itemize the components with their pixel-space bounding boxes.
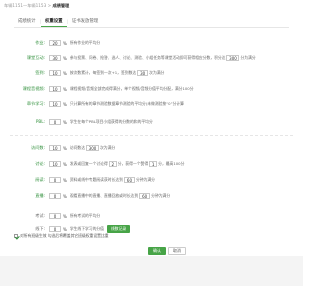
confirm-button[interactable]: 确认: [148, 247, 166, 255]
live-desc-suffix: 分钟为满分: [151, 193, 171, 198]
section-divider: [10, 135, 293, 136]
homework-desc: 所有作业的平均分: [69, 40, 101, 45]
discussion-like-points-input[interactable]: 1: [149, 160, 158, 168]
weight-row-discussion: 10 % 发表或回复一个讨论得 2 分，获得一个赞得 1 分，最高100分: [48, 160, 184, 168]
weight-row-sign-in: 10 % 按次数累计，每签到一次+1，签到数达 30 次为满分: [48, 69, 164, 77]
reading-desc: 资料或线中专题阅读获时长达到: [69, 177, 123, 182]
sign-in-label: 签到:: [35, 70, 45, 75]
apply-all-checkbox[interactable]: [14, 234, 18, 238]
visits-desc: 访问数达: [69, 145, 85, 150]
discussion-desc-mid: 分，获得一个赞得: [117, 161, 149, 166]
weight-row-chapter: 10 % 只计算所有的章节测验数据章节测验的平均分(未做测验按“0”分计算: [48, 100, 184, 108]
weight-row-homework: 20 % 所有作业的平均分: [48, 39, 100, 47]
percent-unit: %: [63, 145, 67, 151]
tab-score-stats[interactable]: 成绩统计: [14, 17, 40, 27]
interaction-weight-input[interactable]: 30: [49, 54, 61, 62]
apply-all-label: 对所有班级生效 勾选后将覆盖其它班级权重设置比重: [20, 233, 109, 238]
footer-bar: [0, 256, 303, 286]
offline-weight-input[interactable]: 0: [49, 225, 61, 233]
percent-unit: %: [63, 55, 67, 61]
discussion-weight-input[interactable]: 10: [49, 160, 61, 168]
percent-unit: %: [63, 213, 67, 219]
discussion-desc-suffix: 分，最高100分: [158, 161, 185, 166]
percent-unit: %: [63, 177, 67, 183]
percent-unit: %: [63, 226, 67, 232]
signin-weight-input[interactable]: 10: [49, 69, 61, 77]
visits-desc-suffix: 次为满分: [100, 145, 116, 150]
weight-row-live: 0 % 观看直播中的直播、直播回放或时长达到 60 分钟为满分: [48, 192, 170, 200]
weight-row-exam: 0 % 所有考试的平均分: [48, 212, 100, 220]
exam-label: 考试:: [35, 213, 45, 218]
signin-count-input[interactable]: 30: [137, 69, 149, 77]
breadcrumb: 车辆1151一车辆1153 > 成绩管理: [4, 3, 69, 9]
discussion-label: 讨论:: [35, 161, 45, 166]
percent-unit: %: [63, 86, 67, 92]
offline-record-button[interactable]: 线数记录: [106, 225, 131, 233]
live-minutes-input[interactable]: 60: [139, 192, 151, 200]
interaction-desc: 参与投票、问卷、抢答、选人、讨论、测验、小组任务等课堂活动即可获得相应分数，积分…: [69, 55, 226, 60]
chapter-desc: 只计算所有的章节测验数据章节测验的平均分(未做测验按“0”分计算: [69, 101, 184, 106]
weight-row-video: 10 % 课程视频/音频全部完成得满分，单个视频/音频分值平均分配，满分100分: [48, 85, 194, 93]
weight-row-offline: 0 % 学生线下学习的分值 线数记录: [48, 225, 131, 233]
pbl-weight-input[interactable]: 0: [49, 118, 61, 126]
reading-weight-input[interactable]: 0: [49, 176, 61, 184]
breadcrumb-path[interactable]: 车辆1151一车辆1153: [4, 3, 46, 8]
visits-count-input[interactable]: 300: [86, 144, 99, 152]
visits-weight-input[interactable]: 10: [49, 144, 61, 152]
cancel-button[interactable]: 取消: [168, 247, 186, 255]
interaction-desc-suffix: 分为满分: [240, 55, 256, 60]
pbl-label: PBL:: [35, 119, 45, 124]
tab-weight-settings[interactable]: 权重设置: [40, 17, 67, 27]
offline-label: 线下:: [35, 226, 45, 231]
live-desc: 观看直播中的直播、直播回放或时长达到: [69, 193, 139, 198]
live-label: 直播:: [35, 193, 45, 198]
apply-all-classes-option[interactable]: 对所有班级生效 勾选后将覆盖其它班级权重设置比重: [14, 233, 109, 239]
tab-bar: 成绩统计 | 权重设置 | 证书发放管理: [14, 17, 289, 28]
percent-unit: %: [63, 119, 67, 125]
percent-unit: %: [63, 193, 67, 199]
reading-minutes-input[interactable]: 60: [123, 176, 135, 184]
weight-row-pbl: 0 % 学生在每个PBL项目小组获得的分数的和的平均分: [48, 118, 153, 126]
weight-row-visits: 10 % 访问数达 300 次为满分: [48, 144, 115, 152]
live-weight-input[interactable]: 0: [49, 192, 61, 200]
percent-unit: %: [63, 101, 67, 107]
chapter-weight-input[interactable]: 10: [49, 100, 61, 108]
interaction-points-input[interactable]: 300: [226, 54, 240, 62]
reading-label: 阅读:: [35, 177, 45, 182]
reading-desc-suffix: 分钟为满分: [135, 177, 155, 182]
homework-label: 作业:: [35, 40, 45, 45]
class-interaction-label: 课堂互动:: [26, 55, 45, 60]
percent-unit: %: [63, 161, 67, 167]
pbl-desc: 学生在每个PBL项目小组获得的分数的和的平均分: [69, 119, 153, 124]
visits-label: 访问数:: [31, 145, 45, 150]
homework-weight-input[interactable]: 20: [49, 39, 61, 47]
percent-unit: %: [63, 40, 67, 46]
video-weight-input[interactable]: 10: [49, 85, 61, 93]
breadcrumb-current: 成绩管理: [52, 3, 70, 8]
discussion-desc: 发表或回复一个讨论得: [69, 161, 108, 166]
discussion-post-points-input[interactable]: 2: [108, 160, 117, 168]
signin-desc-suffix: 次为满分: [149, 70, 165, 75]
video-label: 课程音视频:: [22, 86, 45, 91]
offline-desc: 学生线下学习的分值: [69, 226, 104, 231]
chapter-study-label: 章节学习:: [26, 101, 45, 106]
weight-row-reading: 0 % 资料或线中专题阅读获时长达到 60 分钟为满分: [48, 176, 155, 184]
exam-desc: 所有考试的平均分: [69, 213, 101, 218]
tab-certificate[interactable]: 证书发放管理: [68, 17, 102, 27]
percent-unit: %: [63, 70, 67, 76]
signin-desc: 按次数累计，每签到一次+1，签到数达: [69, 70, 137, 75]
video-desc: 课程视频/音频全部完成得满分，单个视频/音频分值平均分配，满分100分: [69, 86, 194, 91]
exam-weight-input[interactable]: 0: [49, 212, 61, 220]
weight-row-class-interaction: 30 % 参与投票、问卷、抢答、选人、讨论、测验、小组任务等课堂活动即可获得相应…: [48, 54, 256, 62]
